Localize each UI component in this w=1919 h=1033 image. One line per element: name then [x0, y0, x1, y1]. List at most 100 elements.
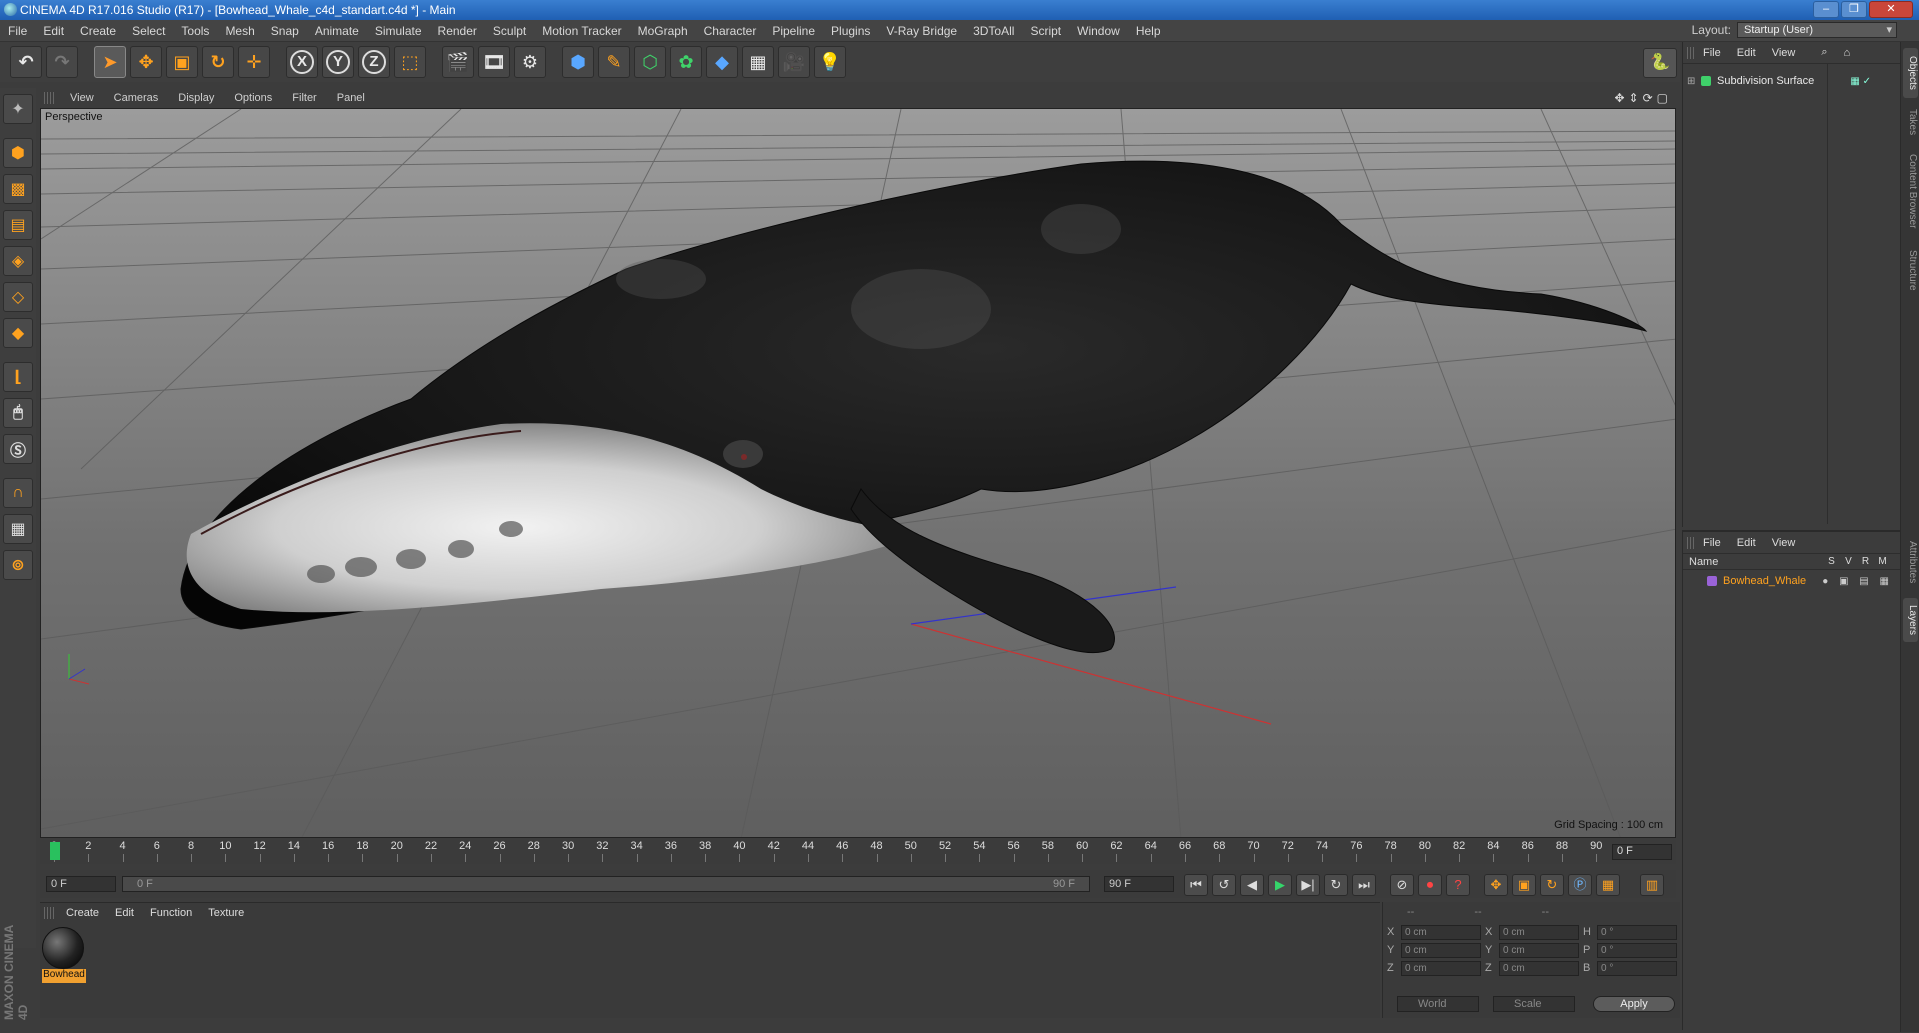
perspective-viewport[interactable]: Perspective Grid Spacing : 100 cm [40, 108, 1676, 838]
start-frame-field[interactable]: 0 F [46, 876, 116, 892]
key-parameter-button[interactable]: Ⓟ [1568, 874, 1592, 896]
quantize-icon[interactable]: ⊚ [3, 550, 33, 580]
python-icon[interactable]: 🐍 [1643, 48, 1677, 78]
menu-character[interactable]: Character [696, 20, 765, 42]
redo-button[interactable]: ↷ [46, 46, 78, 78]
timeline[interactable]: 0246810121416182022242628303234363840424… [40, 840, 1676, 864]
maximize-view-icon[interactable]: ▢ [1657, 91, 1668, 105]
menu-select[interactable]: Select [124, 20, 173, 42]
pen-spline-button[interactable]: ✎ [598, 46, 630, 78]
menu-help[interactable]: Help [1128, 20, 1169, 42]
workplane-mode-icon[interactable]: ▤ [3, 210, 33, 240]
make-editable-button[interactable]: ✦ [3, 94, 33, 124]
rotate-tool-button[interactable]: ↻ [202, 46, 234, 78]
menu-render[interactable]: Render [430, 20, 485, 42]
timeline-window-button[interactable]: ▥ [1640, 874, 1664, 896]
viewport-menu-view[interactable]: View [60, 92, 104, 104]
tweak-mode-icon[interactable]: 🖱 [3, 398, 33, 428]
scale-tool-button[interactable]: ▣ [166, 46, 198, 78]
size-y-field[interactable]: 0 cm [1499, 942, 1579, 958]
pos-x-field[interactable]: 0 cm [1401, 924, 1481, 940]
viewport-menu-display[interactable]: Display [168, 92, 224, 104]
solo-mode-icon[interactable]: Ⓢ [3, 434, 33, 464]
current-frame-field[interactable]: 0 F [1612, 844, 1672, 860]
tab-attributes[interactable]: Attributes [1903, 532, 1918, 592]
material-menu-texture[interactable]: Texture [200, 907, 252, 919]
menu-tools[interactable]: Tools [173, 20, 217, 42]
record-active-objects-button[interactable]: ⏺ [1418, 874, 1442, 896]
goto-next-key-button[interactable]: ↻ [1324, 874, 1348, 896]
end-frame-field[interactable]: 90 F [1104, 876, 1174, 892]
minimize-button[interactable]: – [1813, 1, 1839, 18]
size-z-field[interactable]: 0 cm [1499, 960, 1579, 976]
layer-row[interactable]: Bowhead_Whale ● ▣ ▤ ▦ [1683, 572, 1901, 590]
orbit-icon[interactable]: ⟳ [1643, 91, 1653, 105]
undo-button[interactable]: ↶ [10, 46, 42, 78]
rot-h-field[interactable]: 0 ° [1597, 924, 1677, 940]
workplane-lock-icon[interactable]: ▦ [3, 514, 33, 544]
goto-prev-key-button[interactable]: ↺ [1212, 874, 1236, 896]
polygons-mode-icon[interactable]: ◆ [3, 318, 33, 348]
layout-dropdown[interactable]: Startup (User) [1737, 22, 1897, 38]
goto-start-button[interactable]: ⏮ [1184, 874, 1208, 896]
render-picture-viewer-button[interactable]: 🎞 [478, 46, 510, 78]
menu-mograph[interactable]: MoGraph [630, 20, 696, 42]
material-menu-create[interactable]: Create [58, 907, 107, 919]
model-mode-icon[interactable]: ⬢ [3, 138, 33, 168]
render-view-button[interactable]: 🎬 [442, 46, 474, 78]
move-tool-button[interactable]: ✥ [130, 46, 162, 78]
viewport-menu-cameras[interactable]: Cameras [104, 92, 169, 104]
menu-simulate[interactable]: Simulate [367, 20, 430, 42]
pos-z-field[interactable]: 0 cm [1401, 960, 1481, 976]
close-button[interactable]: ✕ [1869, 1, 1913, 18]
autokeying-button[interactable]: ? [1446, 874, 1470, 896]
tab-layers[interactable]: Layers [1903, 598, 1918, 642]
prev-frame-button[interactable]: ◀ [1240, 874, 1264, 896]
menu-3dtoall[interactable]: 3DToAll [965, 20, 1022, 42]
menu-pipeline[interactable]: Pipeline [764, 20, 823, 42]
size-x-field[interactable]: 0 cm [1499, 924, 1579, 940]
rot-p-field[interactable]: 0 ° [1597, 942, 1677, 958]
axis-z-button[interactable]: Z [358, 46, 390, 78]
layer-menu-edit[interactable]: Edit [1729, 537, 1764, 549]
viewport-menu-panel[interactable]: Panel [327, 92, 375, 104]
axis-x-button[interactable]: X [286, 46, 318, 78]
object-visibility-flags[interactable]: ▦ ✓ [1850, 76, 1871, 87]
playhead[interactable] [50, 842, 60, 860]
key-rotation-button[interactable]: ↻ [1540, 874, 1564, 896]
play-button[interactable]: ▶ [1268, 874, 1292, 896]
apply-button[interactable]: Apply [1593, 996, 1675, 1012]
menu-window[interactable]: Window [1069, 20, 1128, 42]
maximize-button[interactable]: ❐ [1841, 1, 1867, 18]
size-mode-dropdown[interactable]: Scale [1493, 996, 1575, 1012]
coordinate-space-dropdown[interactable]: World [1397, 996, 1479, 1012]
next-frame-button[interactable]: ▶| [1296, 874, 1320, 896]
menu-mesh[interactable]: Mesh [217, 20, 262, 42]
axis-mode-icon[interactable]: ⌊ [3, 362, 33, 392]
snap-magnet-icon[interactable]: ∩ [3, 478, 33, 508]
texture-mode-icon[interactable]: ▩ [3, 174, 33, 204]
material-menu-function[interactable]: Function [142, 907, 200, 919]
coordinate-system-button[interactable]: ⬚ [394, 46, 426, 78]
floor-environment-button[interactable]: ▦ [742, 46, 774, 78]
viewport-menu-options[interactable]: Options [224, 92, 282, 104]
light-button[interactable]: 💡 [814, 46, 846, 78]
pan-icon[interactable]: ✥ [1614, 91, 1624, 105]
camera-button[interactable]: 🎥 [778, 46, 810, 78]
tab-takes[interactable]: Takes [1903, 104, 1918, 140]
object-home-icon[interactable]: ⌂ [1836, 47, 1859, 59]
menu-script[interactable]: Script [1022, 20, 1069, 42]
axis-y-button[interactable]: Y [322, 46, 354, 78]
dolly-icon[interactable]: ⇕ [1629, 91, 1639, 105]
object-menu-edit[interactable]: Edit [1729, 47, 1764, 59]
menu-sculpt[interactable]: Sculpt [485, 20, 534, 42]
goto-end-button[interactable]: ⏭ [1352, 874, 1376, 896]
viewport-menu-filter[interactable]: Filter [282, 92, 326, 104]
tab-structure[interactable]: Structure [1903, 242, 1918, 298]
edges-mode-icon[interactable]: ◇ [3, 282, 33, 312]
transform-tool-button[interactable]: ✛ [238, 46, 270, 78]
deformer-button[interactable]: ◆ [706, 46, 738, 78]
key-position-button[interactable]: ✥ [1484, 874, 1508, 896]
pos-y-field[interactable]: 0 cm [1401, 942, 1481, 958]
expand-icon[interactable]: ⊞ [1687, 76, 1697, 87]
